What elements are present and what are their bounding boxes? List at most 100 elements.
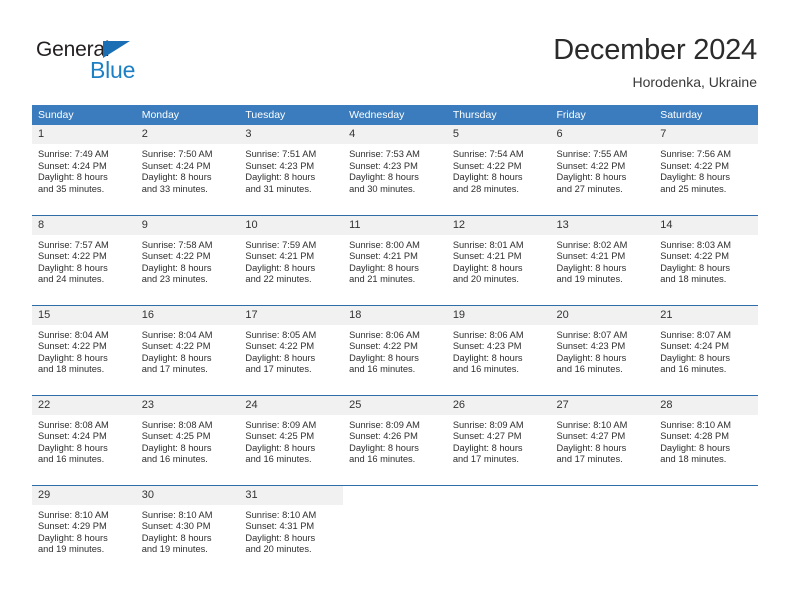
calendar-day-cell[interactable]: 31 Sunrise: 8:10 AM Sunset: 4:31 PM Dayligh… <box>239 484 344 575</box>
calendar-day-cell[interactable]: 19 Sunrise: 8:06 AM Sunset: 4:23 PM Dayligh… <box>446 304 551 395</box>
sunrise-text: Sunrise: 8:10 AM <box>38 509 109 520</box>
daylight-2-text: and 33 minutes. <box>141 183 208 194</box>
calendar-day-cell[interactable]: 16 Sunrise: 8:04 AM Sunset: 4:22 PM Dayligh… <box>135 304 240 395</box>
daylight-2-text: and 17 minutes. <box>452 454 519 465</box>
day-details: Sunrise: 7:53 AM Sunset: 4:23 PM Daylight:… <box>343 144 447 195</box>
weekday-header-monday: Monday <box>135 105 240 125</box>
calendar-day-cell[interactable]: 26 Sunrise: 8:09 AM Sunset: 4:27 PM Dayligh… <box>446 394 551 485</box>
day-details: Sunrise: 8:07 AM Sunset: 4:23 PM Daylight:… <box>551 325 655 376</box>
sunrise-text: Sunrise: 8:01 AM <box>452 239 524 250</box>
daylight-2-text: and 16 minutes. <box>452 364 519 375</box>
calendar-day-cell-empty <box>343 484 447 575</box>
daylight-2-text: and 20 minutes. <box>245 544 312 555</box>
sunset-text: Sunset: 4:25 PM <box>141 431 211 442</box>
calendar-day-cell[interactable]: 5 Sunrise: 7:54 AM Sunset: 4:22 PM Daylight… <box>446 125 551 215</box>
daylight-1-text: Daylight: 8 hours <box>556 262 627 273</box>
sunset-text: Sunset: 4:30 PM <box>141 521 211 532</box>
calendar-day-cell[interactable]: 22 Sunrise: 8:08 AM Sunset: 4:24 PM Dayligh… <box>32 394 136 485</box>
sunset-text: Sunset: 4:31 PM <box>245 521 315 532</box>
daylight-2-text: and 25 minutes. <box>660 183 727 194</box>
daylight-1-text: Daylight: 8 hours <box>660 172 730 183</box>
day-details: Sunrise: 8:10 AM Sunset: 4:28 PM Daylight:… <box>654 415 758 466</box>
daylight-1-text: Daylight: 8 hours <box>38 262 108 273</box>
day-details: Sunrise: 7:56 AM Sunset: 4:22 PM Daylight:… <box>654 144 758 195</box>
day-number: 26 <box>446 395 551 415</box>
sunset-text: Sunset: 4:24 PM <box>141 160 211 171</box>
day-details: Sunrise: 8:00 AM Sunset: 4:21 PM Daylight:… <box>343 235 447 286</box>
day-number: 12 <box>446 215 551 235</box>
sunrise-text: Sunrise: 8:05 AM <box>245 329 317 340</box>
calendar-day-cell[interactable]: 15 Sunrise: 8:04 AM Sunset: 4:22 PM Dayligh… <box>32 304 136 395</box>
sunset-text: Sunset: 4:22 PM <box>245 341 315 352</box>
daylight-2-text: and 16 minutes. <box>141 454 208 465</box>
calendar-day-cell[interactable]: 4 Sunrise: 7:53 AM Sunset: 4:23 PM Daylight… <box>343 125 447 215</box>
calendar-day-cell[interactable]: 1 Sunrise: 7:49 AM Sunset: 4:24 PM Daylight… <box>32 125 136 215</box>
day-number: 27 <box>550 395 655 415</box>
calendar-day-cell[interactable]: 24 Sunrise: 8:09 AM Sunset: 4:25 PM Dayligh… <box>239 394 344 485</box>
daylight-1-text: Daylight: 8 hours <box>349 442 419 453</box>
calendar-day-cell[interactable]: 12 Sunrise: 8:01 AM Sunset: 4:21 PM Dayligh… <box>446 214 551 305</box>
sunset-text: Sunset: 4:21 PM <box>452 251 522 262</box>
daylight-2-text: and 22 minutes. <box>245 274 312 285</box>
daylight-2-text: and 18 minutes. <box>660 274 727 285</box>
day-number: 25 <box>343 395 447 415</box>
calendar-day-cell[interactable]: 25 Sunrise: 8:09 AM Sunset: 4:26 PM Dayligh… <box>343 394 447 485</box>
sunrise-text: Sunrise: 7:58 AM <box>141 239 213 250</box>
calendar-week-row: 8 Sunrise: 7:57 AM Sunset: 4:22 PM Daylight… <box>32 214 758 305</box>
day-details: Sunrise: 7:55 AM Sunset: 4:22 PM Daylight:… <box>551 144 655 195</box>
calendar-day-cell[interactable]: 23 Sunrise: 8:08 AM Sunset: 4:25 PM Dayligh… <box>135 394 240 485</box>
calendar-day-cell[interactable]: 8 Sunrise: 7:57 AM Sunset: 4:22 PM Daylight… <box>32 214 136 305</box>
sunset-text: Sunset: 4:23 PM <box>349 160 418 171</box>
daylight-1-text: Daylight: 8 hours <box>660 442 730 453</box>
sunrise-text: Sunrise: 7:54 AM <box>452 149 524 159</box>
day-number: 18 <box>343 305 447 325</box>
daylight-2-text: and 16 minutes. <box>245 454 312 465</box>
sunrise-text: Sunrise: 8:09 AM <box>452 419 524 430</box>
day-number: 7 <box>654 125 758 144</box>
calendar-day-cell[interactable]: 18 Sunrise: 8:06 AM Sunset: 4:22 PM Dayligh… <box>343 304 447 395</box>
calendar-day-cell[interactable]: 27 Sunrise: 8:10 AM Sunset: 4:27 PM Dayligh… <box>550 394 655 485</box>
calendar-day-cell[interactable]: 17 Sunrise: 8:05 AM Sunset: 4:22 PM Dayligh… <box>239 304 344 395</box>
day-details: Sunrise: 8:08 AM Sunset: 4:25 PM Daylight:… <box>136 415 240 466</box>
sunrise-text: Sunrise: 7:59 AM <box>245 239 317 250</box>
location-subtitle: Horodenka, Ukraine <box>632 74 757 90</box>
calendar-page: General Blue December 2024 Horodenka, Uk… <box>0 0 792 612</box>
daylight-2-text: and 19 minutes. <box>556 274 623 285</box>
calendar-day-cell[interactable]: 9 Sunrise: 7:58 AM Sunset: 4:22 PM Daylight… <box>135 214 240 305</box>
day-details: Sunrise: 8:05 AM Sunset: 4:22 PM Daylight:… <box>239 325 343 376</box>
daylight-1-text: Daylight: 8 hours <box>452 262 523 273</box>
general-blue-logo[interactable]: General Blue <box>36 38 176 86</box>
daylight-2-text: and 28 minutes. <box>452 183 519 194</box>
day-number: 2 <box>135 125 240 144</box>
day-number: 9 <box>135 215 240 235</box>
calendar-week-row: 29 Sunrise: 8:10 AM Sunset: 4:29 PM Dayligh… <box>32 484 758 575</box>
daylight-2-text: and 18 minutes. <box>38 364 105 375</box>
calendar-day-cell[interactable]: 29 Sunrise: 8:10 AM Sunset: 4:29 PM Dayligh… <box>32 484 136 575</box>
day-details: Sunrise: 8:04 AM Sunset: 4:22 PM Daylight:… <box>32 325 136 376</box>
calendar-day-cell[interactable]: 10 Sunrise: 7:59 AM Sunset: 4:21 PM Dayligh… <box>239 214 344 305</box>
sunrise-text: Sunrise: 7:57 AM <box>38 239 109 250</box>
calendar-day-cell[interactable]: 2 Sunrise: 7:50 AM Sunset: 4:24 PM Daylight… <box>135 125 240 215</box>
daylight-2-text: and 24 minutes. <box>38 274 105 285</box>
daylight-1-text: Daylight: 8 hours <box>452 442 523 453</box>
calendar-day-cell[interactable]: 13 Sunrise: 8:02 AM Sunset: 4:21 PM Dayligh… <box>550 214 655 305</box>
sunset-text: Sunset: 4:23 PM <box>556 341 626 352</box>
calendar-week-row: 1 Sunrise: 7:49 AM Sunset: 4:24 PM Daylight… <box>32 125 758 215</box>
day-number: 14 <box>654 215 758 235</box>
calendar-day-cell[interactable]: 14 Sunrise: 8:03 AM Sunset: 4:22 PM Dayligh… <box>654 214 758 305</box>
calendar-day-cell[interactable]: 6 Sunrise: 7:55 AM Sunset: 4:22 PM Daylight… <box>550 125 655 215</box>
calendar-day-cell[interactable]: 11 Sunrise: 8:00 AM Sunset: 4:21 PM Dayligh… <box>343 214 447 305</box>
sunrise-text: Sunrise: 8:07 AM <box>556 329 628 340</box>
calendar-day-cell[interactable]: 28 Sunrise: 8:10 AM Sunset: 4:28 PM Dayligh… <box>654 394 758 485</box>
sunrise-text: Sunrise: 8:04 AM <box>141 329 213 340</box>
sunset-text: Sunset: 4:23 PM <box>245 160 315 171</box>
sunrise-text: Sunrise: 8:04 AM <box>38 329 109 340</box>
calendar-day-cell[interactable]: 3 Sunrise: 7:51 AM Sunset: 4:23 PM Daylight… <box>239 125 344 215</box>
logo-text-blue: Blue <box>90 57 136 83</box>
daylight-2-text: and 17 minutes. <box>556 454 623 465</box>
calendar-day-cell[interactable]: 20 Sunrise: 8:07 AM Sunset: 4:23 PM Dayligh… <box>550 304 655 395</box>
calendar-day-cell[interactable]: 7 Sunrise: 7:56 AM Sunset: 4:22 PM Daylight… <box>654 125 758 215</box>
calendar-day-cell[interactable]: 30 Sunrise: 8:10 AM Sunset: 4:30 PM Dayligh… <box>135 484 240 575</box>
calendar-day-cell[interactable]: 21 Sunrise: 8:07 AM Sunset: 4:24 PM Dayligh… <box>654 304 758 395</box>
sunrise-text: Sunrise: 8:10 AM <box>141 509 213 520</box>
